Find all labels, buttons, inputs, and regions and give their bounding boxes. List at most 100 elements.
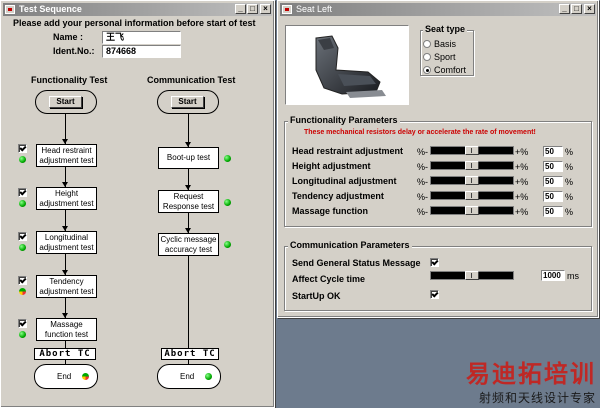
massage-knob[interactable] <box>465 206 479 215</box>
comm-arrow-2 <box>185 185 191 190</box>
tendency-value[interactable]: 50 <box>543 191 563 202</box>
comm-start-frame: Start <box>157 90 219 114</box>
warning-text: These mechanical resistors delay or acce… <box>304 129 536 136</box>
longitudinal-plus: +% <box>515 177 529 187</box>
comm-step-3-led <box>224 241 231 248</box>
func-step-2-box: Height adjustment test <box>36 187 97 210</box>
maximize-button[interactable]: □ <box>247 4 258 14</box>
seat-type-basis-label[interactable]: Basis <box>434 39 456 49</box>
ident-field[interactable]: 874668 <box>102 45 181 58</box>
send-status-label: Send General Status Message <box>292 258 421 268</box>
massage-plus: +% <box>515 207 529 217</box>
func-step-1-box: Head restraint adjustment test <box>36 144 97 167</box>
seat-image <box>285 25 409 105</box>
cycle-time-unit: ms <box>567 271 579 281</box>
seat-left-titlebar[interactable]: Seat Left _ □ × <box>280 3 596 16</box>
head-restraint-plus: +% <box>515 147 529 157</box>
func-start-frame: Start <box>35 90 97 114</box>
close-button[interactable]: × <box>260 4 271 14</box>
tendency-minus: %- <box>417 192 428 202</box>
seat-type-basis-radio[interactable] <box>423 40 431 48</box>
seat-type-comfort-radio[interactable] <box>423 66 431 74</box>
height-minus: %- <box>417 162 428 172</box>
comm-step-1-box: Boot-up test <box>158 147 219 169</box>
send-status-checkbox[interactable] <box>430 258 439 267</box>
window-title: Test Sequence <box>19 4 82 14</box>
func-end-frame: End <box>34 364 98 389</box>
longitudinal-slider[interactable] <box>430 176 514 185</box>
tendency-unit: % <box>565 192 574 202</box>
func-end-led <box>82 373 89 380</box>
comm-end-label: End <box>180 372 195 381</box>
func-step-3-box: Longitudinal adjustment test <box>36 231 97 254</box>
longitudinal-knob[interactable] <box>465 176 479 185</box>
func-step-2-checkbox[interactable] <box>18 188 27 197</box>
head-restraint-label: Head restraint adjustment <box>292 146 404 156</box>
app-icon <box>282 5 292 14</box>
cycle-time-knob[interactable] <box>465 271 479 280</box>
head-restraint-slider[interactable] <box>430 146 514 155</box>
func-step-2-led <box>19 200 26 207</box>
functionality-parameters-title: Functionality Parameters <box>288 115 400 125</box>
window-title: Seat Left <box>296 4 333 14</box>
func-arrow-4 <box>62 270 68 275</box>
seat-type-sport-radio[interactable] <box>423 53 431 61</box>
comm-abort-button[interactable]: Abort TC <box>161 348 219 360</box>
func-step-5-led <box>19 331 26 338</box>
func-step-5-checkbox[interactable] <box>18 319 27 328</box>
comm-start-button[interactable]: Start <box>171 96 204 108</box>
communication-test-heading: Communication Test <box>147 75 236 85</box>
height-unit: % <box>565 162 574 172</box>
longitudinal-unit: % <box>565 177 574 187</box>
seat-type-sport-label[interactable]: Sport <box>434 52 456 62</box>
head-restraint-value[interactable]: 50 <box>543 146 563 157</box>
func-step-3-checkbox[interactable] <box>18 232 27 241</box>
app-icon <box>5 5 15 14</box>
comm-step-2-box: Request Response test <box>158 190 219 213</box>
comm-arrow-1 <box>185 142 191 147</box>
comm-step-3-box: Cyclic message accuracy test <box>158 233 219 256</box>
massage-minus: %- <box>417 207 428 217</box>
height-knob[interactable] <box>465 161 479 170</box>
func-step-3-led <box>19 244 26 251</box>
height-value[interactable]: 50 <box>543 161 563 172</box>
height-plus: +% <box>515 162 529 172</box>
watermark-line2: 射频和天线设计专家 <box>478 391 596 405</box>
func-step-1-checkbox[interactable] <box>18 144 27 153</box>
func-arrow-2 <box>62 182 68 187</box>
seat-type-title: Seat type <box>423 24 468 34</box>
func-step-1-led <box>19 156 26 163</box>
name-field[interactable]: 王飞 <box>102 31 181 44</box>
comm-end-frame: End <box>157 364 221 389</box>
massage-unit: % <box>565 207 574 217</box>
func-step-4-led <box>19 288 26 295</box>
maximize-button[interactable]: □ <box>571 4 582 14</box>
massage-value[interactable]: 50 <box>543 206 563 217</box>
cycle-time-slider[interactable] <box>430 271 514 280</box>
func-abort-button[interactable]: Abort TC <box>34 348 96 360</box>
func-end-label: End <box>57 372 72 381</box>
instruction-text: Please add your personal information bef… <box>13 18 256 28</box>
massage-slider[interactable] <box>430 206 514 215</box>
height-label: Height adjustment <box>292 161 371 171</box>
tendency-slider[interactable] <box>430 191 514 200</box>
height-slider[interactable] <box>430 161 514 170</box>
startup-ok-checkbox[interactable] <box>430 290 439 299</box>
minimize-button[interactable]: _ <box>559 4 570 14</box>
func-start-button[interactable]: Start <box>49 96 82 108</box>
communication-parameters-title: Communication Parameters <box>288 240 412 250</box>
longitudinal-value[interactable]: 50 <box>543 176 563 187</box>
name-label: Name : <box>53 32 84 42</box>
seat-type-comfort-label[interactable]: Comfort <box>434 65 466 75</box>
comm-step-2-led <box>224 199 231 206</box>
test-sequence-titlebar[interactable]: Test Sequence _ □ × <box>3 3 272 16</box>
close-button[interactable]: × <box>584 4 595 14</box>
tendency-knob[interactable] <box>465 191 479 200</box>
startup-ok-label: StartUp OK <box>292 291 341 301</box>
massage-label: Massage function <box>292 206 369 216</box>
minimize-button[interactable]: _ <box>235 4 246 14</box>
cycle-time-value[interactable]: 1000 <box>541 270 565 281</box>
head-restraint-knob[interactable] <box>465 146 479 155</box>
ident-label: Ident.No.: <box>53 46 95 56</box>
func-step-4-checkbox[interactable] <box>18 276 27 285</box>
